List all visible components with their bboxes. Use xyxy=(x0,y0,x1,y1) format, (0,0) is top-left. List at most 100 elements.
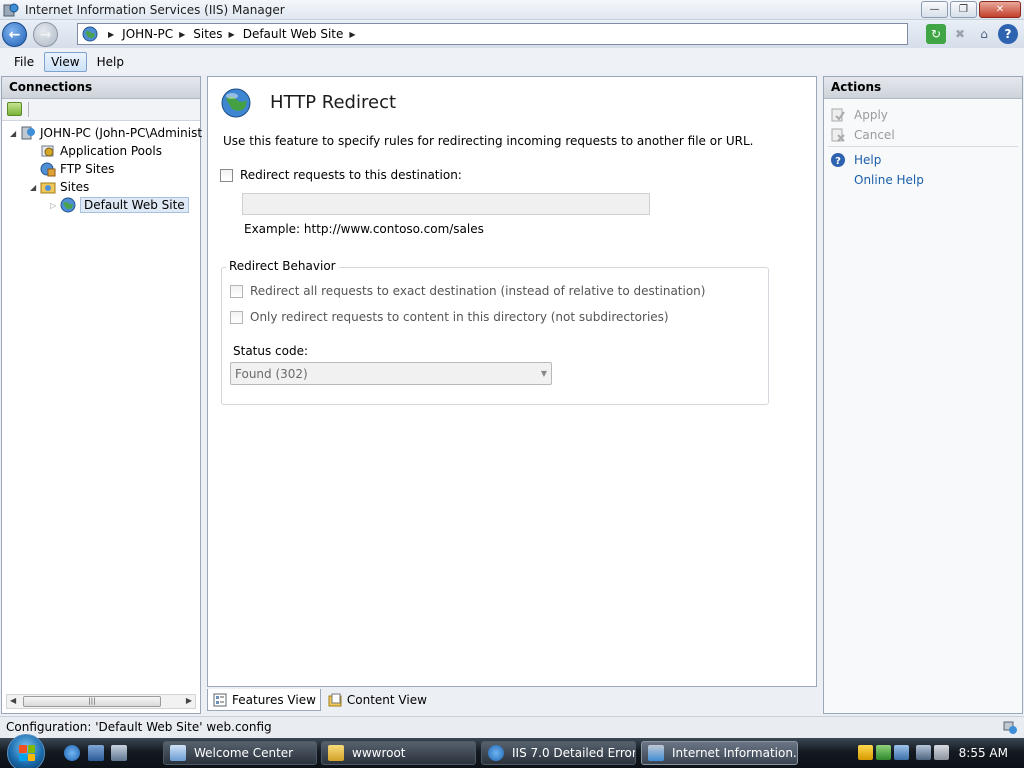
back-button[interactable]: ← xyxy=(2,22,27,47)
cancel-action[interactable]: Cancel xyxy=(830,127,895,143)
this-directory-checkbox[interactable] xyxy=(230,310,243,324)
welcome-center-icon xyxy=(170,745,186,761)
breadcrumb-label: JOHN-PC xyxy=(122,27,174,41)
chevron-right-icon: ▶ xyxy=(228,29,235,39)
status-code-label: Status code: xyxy=(233,344,309,358)
breadcrumb-item-sites[interactable]: Sites ▶ xyxy=(193,27,242,41)
apply-icon xyxy=(830,107,846,123)
online-help-action[interactable]: Online Help xyxy=(830,172,924,188)
task-ie-error[interactable]: IIS 7.0 Detailed Error ... xyxy=(481,741,636,765)
windows-logo-icon xyxy=(19,745,35,761)
scrollbar-thumb[interactable]: ||| xyxy=(23,696,161,707)
breadcrumb-label: Sites xyxy=(193,27,223,41)
tree-item-ftp-sites[interactable]: FTP Sites xyxy=(40,160,114,178)
this-directory-checkbox-row[interactable]: Only redirect requests to content in thi… xyxy=(230,310,669,324)
redirect-destination-label: Redirect requests to this destination: xyxy=(240,168,462,182)
status-text: Configuration: 'Default Web Site' web.co… xyxy=(6,720,272,734)
globe-icon xyxy=(82,26,98,42)
task-label: IIS 7.0 Detailed Error ... xyxy=(512,746,636,760)
this-directory-label: Only redirect requests to content in thi… xyxy=(250,310,669,324)
tree-label: Sites xyxy=(60,180,90,194)
stop-icon[interactable]: ✖ xyxy=(950,24,970,44)
connect-icon[interactable] xyxy=(7,102,22,116)
tree-item-server[interactable]: ◢ JOHN-PC (John-PC\Administ xyxy=(10,124,202,142)
navigation-bar: ← → ▶ JOHN-PC ▶ Sites ▶ Default Web Site ▶ … xyxy=(0,21,1024,48)
action-label: Apply xyxy=(854,108,888,122)
menu-file[interactable]: File xyxy=(8,53,40,71)
scroll-left-icon[interactable]: ◀ xyxy=(10,696,16,705)
window-controls: — ❐ ✕ xyxy=(921,1,1021,18)
task-wwwroot[interactable]: wwwroot xyxy=(321,741,476,765)
collapse-icon[interactable]: ◢ xyxy=(30,183,40,192)
horizontal-scrollbar[interactable]: ◀ ||| ▶ xyxy=(6,694,196,709)
iis-app-icon xyxy=(3,3,19,17)
task-iis-manager[interactable]: Internet Information... xyxy=(641,741,798,765)
monitor-icon[interactable] xyxy=(916,745,931,760)
tree-label: FTP Sites xyxy=(60,162,115,176)
address-bar[interactable]: ▶ JOHN-PC ▶ Sites ▶ Default Web Site ▶ xyxy=(77,23,908,45)
taskbar: Welcome Center wwwroot IIS 7.0 Detailed … xyxy=(0,734,1024,768)
exact-destination-checkbox[interactable] xyxy=(230,284,243,298)
breadcrumb-label: Default Web Site xyxy=(242,27,344,41)
tab-features-view[interactable]: Features View xyxy=(207,689,321,711)
menu-help[interactable]: Help xyxy=(91,53,130,71)
internet-explorer-icon xyxy=(488,745,504,761)
breadcrumb-root-arrow[interactable]: ▶ xyxy=(102,30,122,39)
spacer-icon xyxy=(830,172,846,188)
menu-view[interactable]: View xyxy=(44,51,87,72)
website-globe-icon xyxy=(60,197,76,213)
help-icon[interactable]: ? xyxy=(998,24,1018,44)
collapse-icon[interactable]: ◢ xyxy=(10,129,20,138)
network-tray-icon[interactable] xyxy=(894,745,909,760)
volume-muted-icon[interactable] xyxy=(934,745,949,760)
http-redirect-globe-icon xyxy=(221,88,251,118)
network-status-icon xyxy=(1003,721,1017,734)
system-tray: 8:55 AM xyxy=(856,738,1024,768)
refresh-icon[interactable]: ↻ xyxy=(926,24,946,44)
features-view-icon xyxy=(213,693,227,706)
status-code-select[interactable]: Found (302) ▼ xyxy=(230,362,552,385)
close-button[interactable]: ✕ xyxy=(979,1,1021,18)
security-shield-icon[interactable] xyxy=(858,745,873,760)
tree-label: Default Web Site xyxy=(80,197,189,213)
breadcrumb-item-site[interactable]: Default Web Site ▶ xyxy=(243,27,364,41)
redirect-destination-checkbox-row[interactable]: Redirect requests to this destination: xyxy=(220,168,462,182)
cancel-icon xyxy=(830,127,846,143)
tree-label: Application Pools xyxy=(60,144,162,158)
expand-icon[interactable]: ▷ xyxy=(50,201,60,210)
redirect-behavior-label: Redirect Behavior xyxy=(226,259,339,273)
home-icon[interactable]: ⌂ xyxy=(974,24,994,44)
window-title: Internet Information Services (IIS) Mana… xyxy=(25,3,285,17)
destination-example: Example: http://www.contoso.com/sales xyxy=(244,222,484,236)
task-label: wwwroot xyxy=(352,746,406,760)
internet-explorer-icon[interactable] xyxy=(64,745,80,761)
exact-destination-checkbox-row[interactable]: Redirect all requests to exact destinati… xyxy=(230,284,705,298)
task-label: Internet Information... xyxy=(672,746,798,760)
switch-windows-icon[interactable] xyxy=(111,745,127,761)
show-desktop-icon[interactable] xyxy=(88,745,104,761)
clock[interactable]: 8:55 AM xyxy=(959,746,1008,760)
destination-input[interactable] xyxy=(242,193,650,215)
task-welcome-center[interactable]: Welcome Center xyxy=(163,741,317,765)
redirect-destination-checkbox[interactable] xyxy=(220,168,233,182)
chevron-down-icon: ▼ xyxy=(540,369,547,378)
update-icon[interactable] xyxy=(876,745,891,760)
maximize-button[interactable]: ❐ xyxy=(950,1,977,18)
forward-button[interactable]: → xyxy=(33,22,58,47)
minimize-button[interactable]: — xyxy=(921,1,948,18)
apply-action[interactable]: Apply xyxy=(830,107,888,123)
action-label: Cancel xyxy=(854,128,895,142)
ftp-sites-icon xyxy=(40,162,56,177)
tree-item-sites[interactable]: ◢ Sites xyxy=(30,178,89,196)
tree-item-app-pools[interactable]: Application Pools xyxy=(40,142,162,160)
breadcrumb-item-server[interactable]: JOHN-PC ▶ xyxy=(122,27,193,41)
start-button[interactable] xyxy=(7,734,45,768)
http-redirect-panel: HTTP Redirect Use this feature to specif… xyxy=(207,76,817,687)
scroll-right-icon[interactable]: ▶ xyxy=(186,696,192,705)
chevron-right-icon: ▶ xyxy=(108,29,115,39)
status-bar: Configuration: 'Default Web Site' web.co… xyxy=(0,716,1024,738)
tree-item-default-web-site[interactable]: ▷ Default Web Site xyxy=(50,196,189,214)
help-action[interactable]: ? Help xyxy=(830,152,881,168)
folder-icon xyxy=(328,745,344,761)
tab-content-view[interactable]: Content View xyxy=(323,689,431,711)
